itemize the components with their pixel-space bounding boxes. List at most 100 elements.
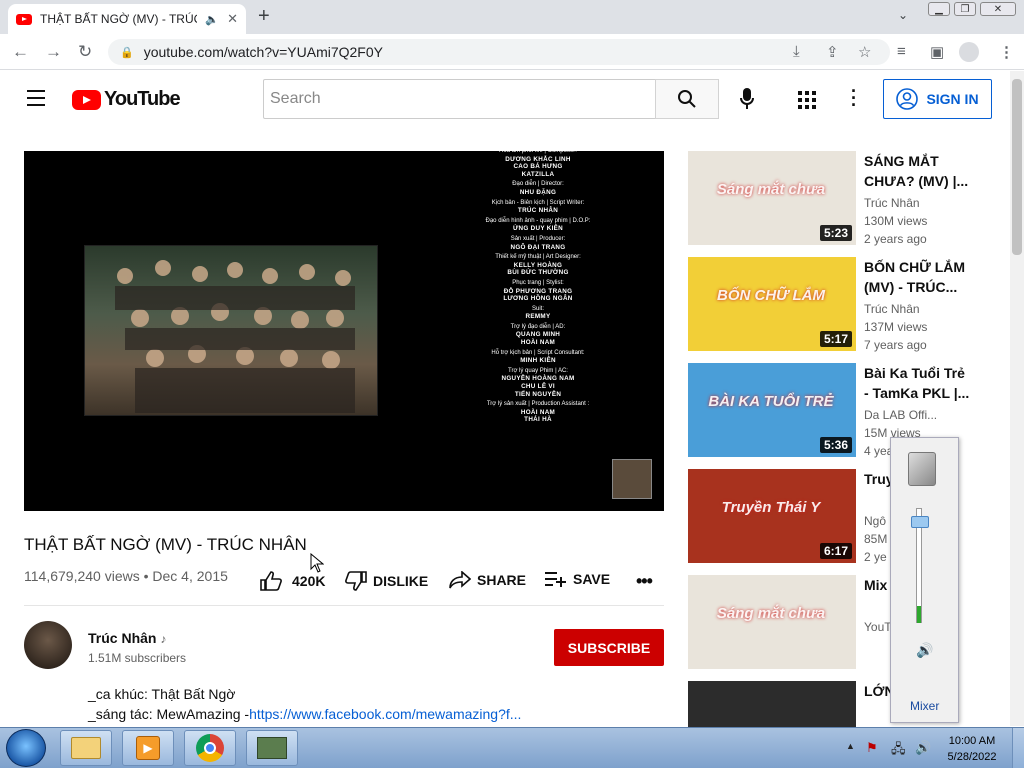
- subscribe-button[interactable]: SUBSCRIBE: [554, 629, 664, 666]
- network-tray-icon[interactable]: 🖧: [891, 740, 906, 762]
- sign-in-button[interactable]: SIGN IN: [883, 79, 992, 119]
- hamburger-menu-icon[interactable]: [27, 90, 45, 111]
- volume-tray-icon[interactable]: 🔊: [915, 740, 931, 756]
- credit-name: ĐỖ PHƯƠNG TRANG: [503, 287, 573, 295]
- youtube-play-icon: [72, 89, 101, 110]
- related-thumbnail[interactable]: Sáng mắt chưa: [688, 575, 856, 669]
- youtube-logo[interactable]: YouTube: [72, 88, 181, 111]
- system-clock[interactable]: 10:00 AM 5/28/2022: [940, 733, 1004, 765]
- network-app-taskbar-icon[interactable]: [246, 730, 298, 766]
- subscriber-count: 1.51M subscribers: [88, 651, 187, 665]
- start-button[interactable]: [6, 729, 46, 767]
- lock-icon[interactable]: 🔒: [120, 46, 134, 59]
- restore-button[interactable]: ❐: [954, 2, 976, 16]
- new-tab-icon[interactable]: +: [258, 5, 270, 28]
- more-actions-icon[interactable]: •••: [636, 571, 653, 592]
- related-thumbnail[interactable]: BÀI KA TUỔI TRẺ 5:36: [688, 363, 856, 457]
- share-button[interactable]: SHARE: [449, 571, 526, 589]
- related-channel[interactable]: Trúc Nhân: [864, 302, 920, 316]
- video-views-date: 114,679,240 views • Dec 4, 2015: [24, 568, 228, 584]
- related-views: 85M: [864, 532, 888, 546]
- forward-icon[interactable]: →: [45, 42, 62, 62]
- dislike-button[interactable]: DISLIKE: [345, 571, 428, 591]
- url-text: youtube.com/watch?v=YUAmi7Q2F0Y: [143, 44, 383, 60]
- reload-icon[interactable]: ↻: [78, 42, 92, 62]
- credit-name: REMMY: [525, 313, 551, 321]
- credit-role: Trợ lý đạo diễn | AD:: [510, 323, 566, 330]
- related-views: 130M views: [864, 214, 928, 228]
- credit-name: CAO BÁ HƯNG: [513, 163, 563, 171]
- credit-name: TIẾN NGUYỄN: [514, 390, 562, 398]
- related-thumbnail[interactable]: Truyền Thái Y 6:17: [688, 469, 856, 563]
- description-line: _ca khúc: Thật Bất Ngờ: [88, 686, 236, 702]
- credit-name: MINH KIÊN: [520, 357, 556, 365]
- tab-audio-icon[interactable]: 🔈: [205, 13, 219, 26]
- mute-speaker-icon[interactable]: 🔊: [916, 642, 933, 659]
- show-desktop-button[interactable]: [1012, 728, 1024, 768]
- save-button[interactable]: SAVE: [545, 571, 610, 587]
- speaker-device-icon[interactable]: [908, 452, 936, 486]
- video-duration: 5:23: [819, 225, 852, 241]
- tab-search-chevron-icon[interactable]: ⌄: [898, 8, 908, 22]
- minimize-button[interactable]: ▁: [928, 2, 950, 16]
- credit-role: Suit:: [531, 305, 544, 312]
- channel-name[interactable]: Trúc Nhân ♪: [88, 630, 166, 646]
- browser-menu-icon[interactable]: ⋮: [999, 43, 1014, 61]
- thumbnail-text: Sáng mắt chưa: [716, 181, 826, 198]
- facebook-link[interactable]: https://www.facebook.com/mewamazing?f...: [249, 706, 521, 722]
- related-title[interactable]: SÁNG MẮT CHƯA? (MV) |...: [864, 151, 970, 191]
- close-window-button[interactable]: ✕: [980, 2, 1016, 16]
- voice-search-icon[interactable]: [740, 88, 754, 115]
- mixer-link[interactable]: Mixer: [910, 699, 939, 713]
- related-thumbnail[interactable]: Sáng mắt chưa 5:23: [688, 151, 856, 245]
- scrollbar-thumb[interactable]: [1012, 79, 1022, 255]
- search-button[interactable]: [655, 79, 719, 119]
- credit-name: KATZILLA: [521, 170, 555, 178]
- profile-avatar-icon[interactable]: [959, 42, 979, 62]
- clock-time: 10:00 AM: [948, 735, 996, 747]
- video-duration: 5:17: [819, 331, 852, 347]
- volume-level-bar: [917, 606, 921, 623]
- credit-role: Trợ lý sản xuất | Production Assistant :: [486, 401, 590, 408]
- thumbnail-text: BÀI KA TUỔI TRẺ: [708, 393, 834, 410]
- credit-role: Sản xuất | Producer:: [510, 235, 566, 242]
- credit-name: BÙI ĐỨC THƯỜNG: [507, 269, 569, 277]
- search-input[interactable]: Search: [263, 79, 656, 119]
- volume-slider-knob[interactable]: [911, 516, 929, 528]
- back-icon[interactable]: ←: [12, 42, 29, 62]
- video-credits: Hòa âm phối khí | Composer: DƯƠNG KHẮC LI…: [468, 151, 608, 424]
- settings-more-icon[interactable]: · · ·: [851, 82, 857, 114]
- credit-role: Thiết kế mỹ thuật | Art Designer:: [495, 254, 581, 261]
- related-title[interactable]: Bài Ka Tuổi Trẻ - TamKa PKL |...: [864, 363, 970, 403]
- channel-avatar[interactable]: [24, 621, 72, 669]
- related-age: 7 years ago: [864, 338, 927, 352]
- action-center-icon[interactable]: ⚑: [866, 740, 878, 756]
- related-title[interactable]: BỐN CHỮ LẮM (MV) - TRÚC...: [864, 257, 970, 297]
- credit-name: THÁI HÀ: [524, 416, 552, 424]
- install-app-icon[interactable]: ⤓: [793, 43, 800, 60]
- file-explorer-taskbar-icon[interactable]: [60, 730, 112, 766]
- share-page-icon[interactable]: ⇪: [826, 43, 839, 61]
- related-channel[interactable]: Ngô: [864, 514, 886, 528]
- video-player[interactable]: Hòa âm phối khí | Composer: DƯƠNG KHẮC LI…: [24, 151, 664, 511]
- address-bar[interactable]: 🔒 youtube.com/watch?v=YUAmi7Q2F0Y: [108, 39, 890, 65]
- related-channel[interactable]: Trúc Nhân: [864, 196, 920, 210]
- apps-grid-icon[interactable]: [798, 91, 816, 114]
- chrome-taskbar-icon[interactable]: [184, 730, 236, 766]
- bookmark-star-icon[interactable]: ☆: [858, 43, 871, 61]
- video-duration: 6:17: [819, 543, 852, 559]
- close-tab-icon[interactable]: ✕: [227, 11, 238, 27]
- related-channel[interactable]: YouT: [864, 620, 892, 634]
- media-player-taskbar-icon[interactable]: ▶: [122, 730, 174, 766]
- media-control-icon[interactable]: ≡: [897, 43, 906, 60]
- side-panel-icon[interactable]: ▣: [930, 43, 944, 61]
- credit-name: HOÀI NAM: [520, 339, 556, 347]
- music-note-icon: ♪: [160, 632, 167, 646]
- related-thumbnail[interactable]: BỐN CHỮ LẮM 5:17: [688, 257, 856, 351]
- thumbs-up-icon: [260, 571, 282, 591]
- show-hidden-icons[interactable]: ▲: [846, 741, 855, 751]
- like-button[interactable]: 420K: [260, 571, 325, 591]
- browser-tab[interactable]: THẬT BẤT NGỜ (MV) - TRÚC 🔈 ✕: [8, 4, 246, 34]
- related-channel[interactable]: Da LAB Offi...: [864, 408, 937, 422]
- channel-watermark[interactable]: [612, 459, 652, 499]
